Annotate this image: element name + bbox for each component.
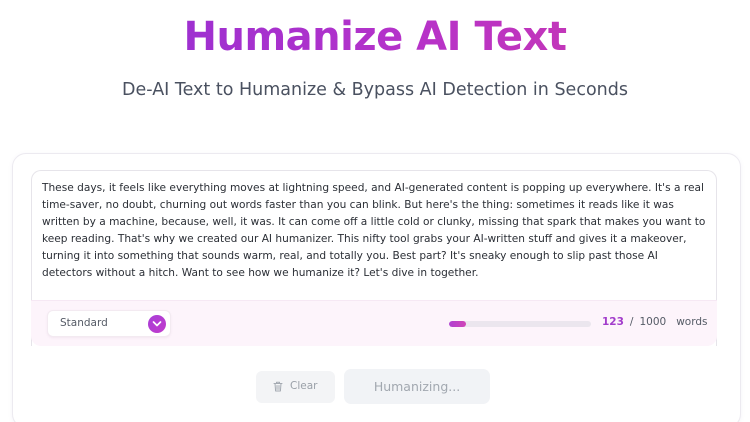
- words-label: words: [676, 316, 708, 328]
- word-count: 123: [602, 316, 624, 328]
- page-subtitle: De-AI Text to Humanize & Bypass AI Detec…: [122, 80, 628, 100]
- word-count-progress: [449, 321, 591, 327]
- input-text: These days, it feels like everything mov…: [42, 182, 706, 279]
- trash-icon: [273, 381, 283, 395]
- humanizer-card: These days, it feels like everything mov…: [12, 153, 741, 422]
- word-counter: 123 / 1000 words: [602, 316, 708, 328]
- mode-select[interactable]: Standard: [47, 310, 171, 337]
- page-title: Humanize AI Text: [0, 14, 750, 60]
- word-count-progress-fill: [449, 321, 467, 327]
- clear-button[interactable]: Clear: [256, 371, 335, 403]
- chevron-down-icon[interactable]: [148, 315, 166, 333]
- humanize-button[interactable]: Humanizing...: [344, 369, 490, 404]
- clear-button-label: Clear: [290, 380, 318, 392]
- editor-toolbar: Standard 123 / 1000 words: [31, 300, 717, 346]
- word-count-separator: /: [629, 316, 634, 328]
- mode-select-value: Standard: [60, 317, 108, 329]
- word-limit: 1000: [639, 316, 667, 328]
